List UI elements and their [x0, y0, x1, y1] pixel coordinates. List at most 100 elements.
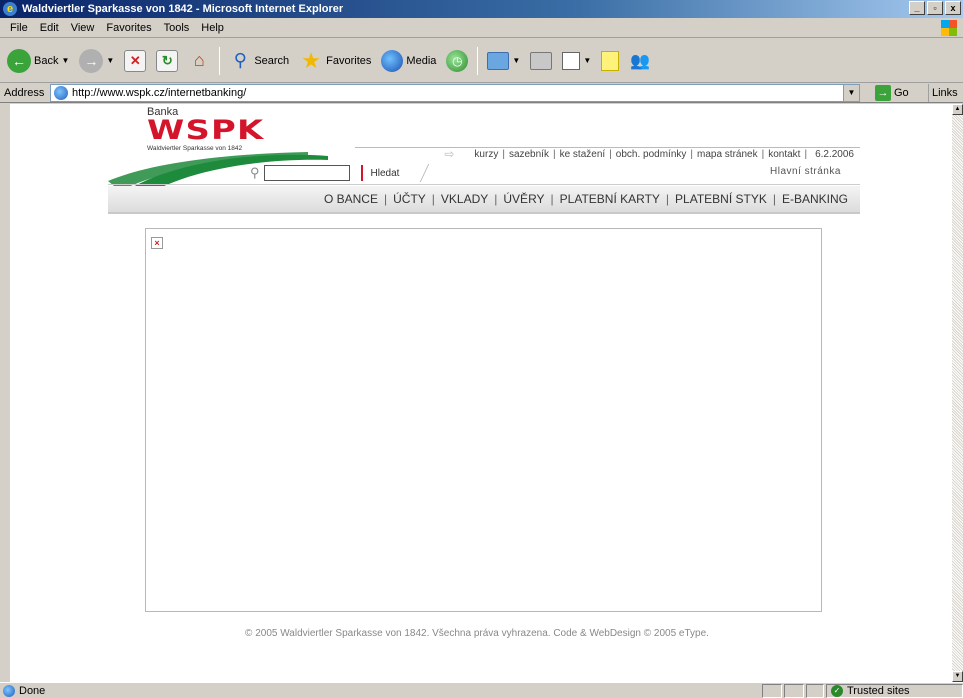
menu-favorites[interactable]: Favorites	[100, 18, 157, 38]
note-icon	[601, 50, 620, 71]
security-zone[interactable]: ✓ Trusted sites	[826, 684, 963, 698]
current-date: 6.2.2006	[815, 148, 854, 160]
search-button[interactable]: ⚲ Search	[226, 45, 292, 77]
search-label: Search	[254, 54, 290, 67]
link-obch-podminky[interactable]: obch. podmínky	[612, 149, 691, 160]
search-icon: ⚲	[233, 50, 247, 70]
home-page-link[interactable]: Hlavní stránka	[770, 166, 841, 177]
back-button[interactable]: ← Back ▼	[4, 45, 72, 77]
history-button[interactable]: ◷	[443, 45, 471, 77]
header-mid-rule	[108, 184, 860, 185]
status-bar: Done ✓ Trusted sites	[0, 682, 963, 698]
forward-dropdown-icon[interactable]: ▼	[106, 56, 114, 65]
home-button[interactable]: ⌂	[185, 45, 213, 77]
nav-vklady[interactable]: VKLADY	[435, 192, 494, 206]
menu-view[interactable]: View	[65, 18, 101, 38]
refresh-icon: ↻	[156, 49, 179, 72]
edit-button[interactable]: ▼	[559, 45, 594, 77]
favorites-label: Favorites	[326, 54, 372, 67]
discuss-button[interactable]	[598, 45, 622, 77]
media-button[interactable]: Media	[378, 45, 439, 77]
history-icon: ◷	[446, 49, 469, 72]
toolbar-separator	[477, 46, 479, 75]
mail-button[interactable]: ▼	[484, 45, 523, 77]
print-button[interactable]	[527, 45, 555, 77]
standard-toolbar: ← Back ▼ → ▼ ✕ ↻ ⌂ ⚲ Search ★ Favorites …	[0, 39, 963, 83]
status-pane	[762, 684, 782, 698]
go-label: Go	[894, 87, 909, 99]
favorites-star-icon: ★	[301, 47, 322, 73]
favorites-button[interactable]: ★ Favorites	[296, 45, 374, 77]
nav-e-banking[interactable]: E-BANKING	[776, 192, 854, 206]
site-search-input[interactable]	[263, 165, 350, 181]
link-kontakt[interactable]: kontakt	[764, 149, 804, 160]
top-links-bar: ⇨ kurzy | sazebník | ke stažení | obch. pod…	[394, 145, 854, 163]
go-arrow-icon: →	[875, 85, 891, 101]
left-gutter	[0, 104, 10, 682]
page-status-icon	[3, 684, 15, 697]
main-navigation: O BANCE | ÚČTY | VKLADY | ÚVĚRY | PLATEBNÍ K…	[108, 186, 860, 214]
nav-uvery[interactable]: ÚVĚRY	[497, 192, 550, 206]
page-viewport: Banka WSPK Waldviertler Sparkasse von 18…	[10, 104, 952, 682]
forward-button[interactable]: → ▼	[76, 45, 117, 77]
go-button[interactable]: → Go	[875, 84, 909, 102]
back-arrow-icon: ←	[7, 48, 31, 73]
address-url: http://www.wspk.cz/internetbanking/	[72, 87, 247, 99]
edit-page-icon	[562, 51, 581, 70]
home-icon: ⌂	[193, 50, 205, 70]
scroll-down-icon[interactable]: ▼	[952, 671, 963, 682]
menu-file[interactable]: File	[4, 18, 34, 38]
mail-dropdown-icon[interactable]: ▼	[512, 56, 520, 65]
zone-label: Trusted sites	[847, 685, 910, 697]
status-pane	[784, 684, 804, 698]
page-icon	[54, 86, 68, 100]
menu-edit[interactable]: Edit	[34, 18, 65, 38]
right-arrow-icon: ⇨	[444, 147, 455, 161]
search-submit-button[interactable]: Hledat	[371, 168, 400, 179]
link-separator: |	[804, 148, 808, 160]
messenger-button[interactable]: 👥	[626, 45, 654, 77]
nav-platebni-karty[interactable]: PLATEBNÍ KARTY	[554, 192, 666, 206]
link-ke-stazeni[interactable]: ke stažení	[556, 149, 610, 160]
maximize-button[interactable]: ▫	[927, 1, 943, 15]
scroll-up-icon[interactable]: ▲	[952, 104, 963, 115]
close-button[interactable]: x	[945, 1, 961, 15]
links-button[interactable]: Links	[928, 84, 958, 102]
refresh-button[interactable]: ↻	[153, 45, 181, 77]
back-dropdown-icon[interactable]: ▼	[61, 56, 69, 65]
stop-icon: ✕	[124, 49, 147, 72]
back-label: Back	[34, 54, 59, 67]
toolbar-separator	[219, 46, 221, 75]
address-input[interactable]: http://www.wspk.cz/internetbanking/ ▼	[50, 84, 860, 102]
media-icon	[381, 49, 404, 72]
menu-help[interactable]: Help	[195, 18, 230, 38]
nav-o-bance[interactable]: O BANCE	[318, 192, 384, 206]
ie-logo-icon: e	[3, 2, 17, 16]
address-dropdown-icon[interactable]: ▼	[843, 85, 859, 101]
link-sazebnik[interactable]: sazebník	[505, 149, 553, 160]
edit-dropdown-icon[interactable]: ▼	[583, 56, 591, 65]
address-bar: Address http://www.wspk.cz/internetbanki…	[0, 83, 963, 103]
trusted-check-icon: ✓	[831, 685, 843, 697]
media-label: Media	[406, 54, 437, 67]
nav-ucty[interactable]: ÚČTY	[387, 192, 432, 206]
messenger-icon: 👥	[630, 52, 651, 70]
search-divider	[360, 165, 363, 181]
logo-wspk-text: WSPK	[147, 115, 265, 146]
window-title-bar[interactable]: e Waldviertler Sparkasse von 1842 - Micr…	[0, 0, 963, 18]
link-kurzy[interactable]: kurzy	[470, 149, 502, 160]
menu-bar: File Edit View Favorites Tools Help	[0, 18, 963, 38]
window-controls: _ ▫ x	[909, 1, 961, 15]
magnifier-icon: ⚲	[250, 165, 260, 180]
menu-tools[interactable]: Tools	[158, 18, 196, 38]
vertical-scrollbar[interactable]: ▲ ▼	[952, 104, 963, 682]
header-slash-divider	[400, 164, 430, 182]
mail-icon	[487, 51, 510, 70]
nav-platebni-styk[interactable]: PLATEBNÍ STYK	[669, 192, 773, 206]
minimize-button[interactable]: _	[909, 1, 925, 15]
forward-arrow-icon: →	[79, 48, 104, 73]
stop-button[interactable]: ✕	[121, 45, 149, 77]
windows-logo-icon	[941, 20, 957, 36]
link-mapa-stranek[interactable]: mapa stránek	[693, 149, 762, 160]
status-message: Done	[0, 684, 760, 697]
